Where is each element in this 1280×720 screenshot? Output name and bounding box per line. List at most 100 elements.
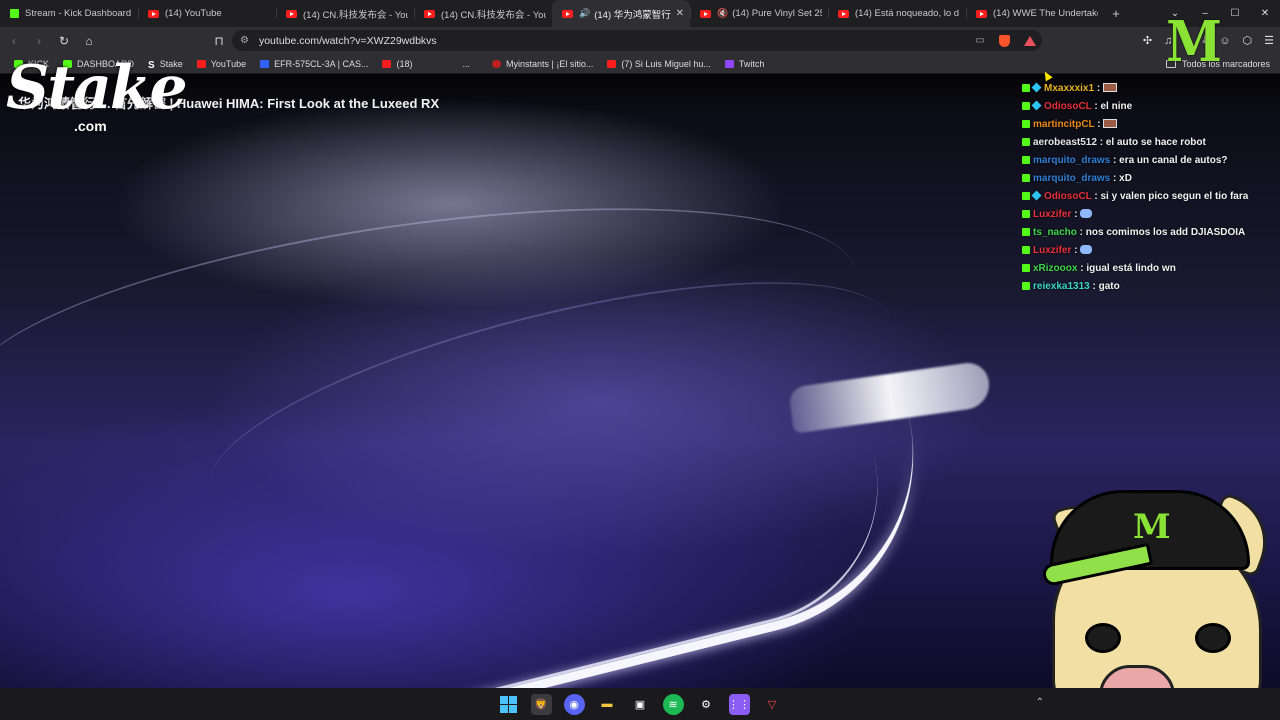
youtube-icon <box>196 59 206 68</box>
youtube-icon <box>286 9 297 18</box>
home-icon[interactable]: ⌂ <box>78 34 100 48</box>
chat-message: marquito_draws : era un canal de autos? <box>1022 154 1258 167</box>
valorant-icon[interactable]: ▽ <box>762 694 783 715</box>
kick-badge-icon <box>1022 138 1030 146</box>
menu-icon[interactable]: ☰ <box>1264 34 1274 47</box>
youtube-icon <box>700 9 711 18</box>
tab-huawei-active[interactable]: 🔊 (14) 华为鸿蒙智行 ✕ <box>552 0 690 27</box>
youtube-icon <box>562 9 573 18</box>
bookmark-18[interactable]: (18) <box>382 59 412 69</box>
file-explorer-icon[interactable]: ▬ <box>597 694 618 715</box>
kick-badge-icon <box>1022 102 1030 110</box>
monster-energy-logo: M <box>1166 9 1222 75</box>
subscriber-badge-icon <box>1031 100 1042 111</box>
discord-icon[interactable]: ◉ <box>563 693 585 715</box>
forward-icon[interactable]: › <box>28 34 50 48</box>
chat-emote-icon <box>1080 209 1093 218</box>
chat-separator: : <box>1076 227 1086 238</box>
bookmark-luis-miguel[interactable]: (7) Si Luis Miguel hu... <box>607 59 711 69</box>
kick-badge-icon <box>1022 120 1030 128</box>
chat-message: aerobeast512 : el auto se hace robot <box>1022 136 1258 149</box>
chat-username: Luxzifer <box>1033 245 1072 256</box>
chat-text: si y valen pico segun el tio fara <box>1100 191 1249 202</box>
bookmarks-bar: KICK DASHBOARD S Stake YouTube EFR-575CL-… <box>0 54 1280 74</box>
chat-message: ts_nacho : nos comimos los add DJIASDOIA <box>1022 226 1258 239</box>
cast-icon[interactable]: ▭ <box>976 35 985 46</box>
steam-icon[interactable]: ⚙ <box>696 694 717 715</box>
address-bar[interactable]: ⚙ youtube.com/watch?v=XWZ29wdbkvs ▭ <box>232 30 1042 51</box>
chat-username: reiexka1313 <box>1033 281 1090 292</box>
chat-message: Luxzifer : <box>1022 208 1258 221</box>
youtube-icon <box>607 59 617 68</box>
chat-text: gato <box>1098 281 1120 292</box>
chat-username: xRizooox <box>1033 263 1078 274</box>
tab-cn-tech-1[interactable]: (14) CN.科技发布会 - You <box>276 0 414 27</box>
chat-separator: : <box>1094 83 1103 94</box>
youtube-icon <box>424 9 435 18</box>
bookmark-youtube[interactable]: YouTube <box>196 59 246 69</box>
maximize-button[interactable]: ☐ <box>1220 8 1250 19</box>
wallet-icon[interactable]: ⬡ <box>1243 34 1253 47</box>
speaker-icon[interactable]: 🔊 <box>579 8 590 19</box>
youtube-icon <box>148 9 159 18</box>
site-info-icon[interactable]: ⚙ <box>240 35 249 46</box>
chat-message: Mxaxxxix1 : <box>1022 82 1258 95</box>
kick-badge-icon <box>1022 228 1030 236</box>
close-window-button[interactable]: ✕ <box>1250 8 1280 19</box>
casio-icon <box>260 59 270 68</box>
reload-icon[interactable]: ↻ <box>53 34 75 48</box>
muted-icon[interactable]: 🔇 <box>717 8 728 19</box>
app-grid-icon[interactable]: ⋮⋮ <box>728 693 750 715</box>
cat-mascot-image: M <box>1040 486 1280 720</box>
chat-emote-icon <box>1102 83 1117 92</box>
url-text[interactable]: youtube.com/watch?v=XWZ29wdbkvs <box>259 35 437 47</box>
new-tab-button[interactable]: + <box>1104 6 1128 21</box>
chat-username: Mxaxxxix1 <box>1044 83 1095 94</box>
extensions-icon[interactable]: ✣ <box>1143 34 1152 47</box>
kick-badge-icon <box>1022 264 1030 272</box>
brave-browser-icon[interactable]: 🦁 <box>530 693 552 715</box>
chat-message: xRizooox : igual está lindo wn <box>1022 262 1258 275</box>
stream-chat: Mxaxxxix1 : OdiosoCL : el nine martincitp… <box>1022 82 1258 298</box>
kick-badge-icon <box>1022 210 1030 218</box>
taskbar: 🦁 ◉ ▬ ▣ ≋ ⚙ ⋮⋮ ▽ <box>0 688 1280 720</box>
windows-start-icon[interactable] <box>498 694 519 715</box>
chat-separator: : <box>1071 209 1081 220</box>
back-icon[interactable]: ‹ <box>3 34 25 48</box>
youtube-icon <box>382 59 392 68</box>
chat-emote-icon <box>1103 119 1118 128</box>
chat-username: martincitpCL <box>1033 119 1095 130</box>
kick-badge-icon <box>1022 246 1030 254</box>
tray-expand-icon[interactable]: ⌃ <box>1036 697 1044 708</box>
kick-badge-icon <box>1022 192 1030 200</box>
tab-noqueado[interactable]: (14) Está noqueado, lo d <box>828 0 966 27</box>
chat-message: marquito_draws : xD <box>1022 172 1258 185</box>
myinstants-icon <box>492 59 501 68</box>
tab-wwe[interactable]: (14) WWE The Undertake <box>966 0 1104 27</box>
chat-separator: : <box>1077 263 1087 274</box>
brave-rewards-icon[interactable] <box>1024 35 1036 46</box>
chat-separator: : <box>1071 245 1081 256</box>
cap-monster-logo: M <box>1133 507 1171 547</box>
chat-message: martincitpCL : <box>1022 118 1258 131</box>
chat-username: Luxzifer <box>1033 209 1072 220</box>
chat-message: OdiosoCL : si y valen pico segun el tio … <box>1022 190 1258 203</box>
tab-kick-dashboard[interactable]: Stream - Kick Dashboard <box>0 0 138 27</box>
chat-text: xD <box>1119 173 1132 184</box>
bookmark-myinstants[interactable]: Myinstants | ¡El sitio... <box>492 59 593 69</box>
bookmark-casio[interactable]: EFR-575CL-3A | CAS... <box>260 59 368 69</box>
bookmark-twitch[interactable]: Twitch <box>724 59 764 69</box>
bookmark-icon[interactable]: ⊓ <box>208 34 230 48</box>
tab-pure-vinyl[interactable]: 🔇 (14) Pure Vinyl Set 25 <box>690 0 828 27</box>
chat-text: era un canal de autos? <box>1119 155 1228 166</box>
kick-badge-icon <box>1022 282 1030 290</box>
stake-logo: Stake .com <box>6 53 188 134</box>
spotify-icon[interactable]: ≋ <box>662 693 684 715</box>
tab-close-icon[interactable]: ✕ <box>676 8 684 19</box>
bookmark-ellipsis[interactable]: ... <box>462 59 470 69</box>
brave-shield-icon[interactable] <box>999 34 1010 47</box>
chat-separator: : <box>1110 155 1120 166</box>
tab-youtube[interactable]: (14) YouTube <box>138 0 276 27</box>
tab-cn-tech-2[interactable]: (14) CN.科技发布会 - You <box>414 0 552 27</box>
obs-icon[interactable]: ▣ <box>630 694 651 715</box>
